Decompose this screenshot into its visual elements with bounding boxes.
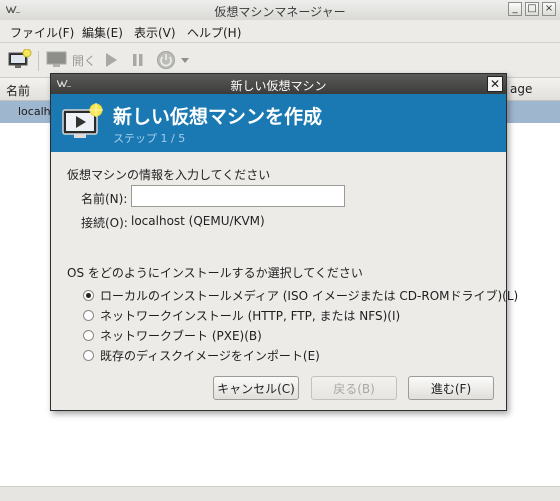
close-icon: ✕: [489, 77, 501, 91]
run-button[interactable]: [104, 51, 118, 69]
new-vm-icon: [8, 49, 32, 68]
connection-value: localhost (QEMU/KVM): [131, 214, 265, 228]
radio-network-boot[interactable]: ネットワークブート (PXE)(B): [83, 327, 262, 343]
pause-button[interactable]: [131, 51, 145, 69]
close-window-button[interactable]: ×: [542, 2, 556, 16]
power-icon: [157, 51, 175, 69]
menu-edit[interactable]: 編集(E): [82, 24, 123, 41]
name-label: 名前(N):: [81, 192, 128, 206]
dialog-title: 新しい仮想マシン: [230, 79, 327, 93]
wizard-step-indicator: ステップ 1 / 5: [113, 132, 186, 145]
main-window-titlebar: 仮想マシンマネージャー _ □ ×: [0, 0, 560, 21]
radio-network-install[interactable]: ネットワークインストール (HTTP, FTP, または NFS)(I): [83, 307, 400, 323]
name-input[interactable]: [131, 185, 345, 207]
menu-help[interactable]: ヘルプ(H): [187, 24, 241, 41]
maximize-button[interactable]: □: [525, 2, 539, 16]
radio-indicator[interactable]: [83, 349, 94, 361]
forward-button[interactable]: 進む(F): [408, 376, 494, 400]
radio-import-disk-label: 既存のディスクイメージをインポート(E): [100, 348, 320, 363]
radio-indicator[interactable]: [83, 309, 94, 321]
info-prompt: 仮想マシンの情報を入力してください: [67, 168, 271, 182]
radio-network-boot-label: ネットワークブート (PXE)(B): [100, 328, 262, 343]
main-window-title: 仮想マシンマネージャー: [214, 5, 346, 19]
column-usage-header[interactable]: age: [510, 82, 532, 96]
chevron-down-icon[interactable]: [180, 55, 190, 65]
open-label: 開く: [72, 53, 97, 68]
radio-local-media[interactable]: ローカルのインストールメディア (ISO イメージまたは CD-ROMドライブ)…: [83, 287, 518, 303]
radio-indicator[interactable]: [83, 289, 94, 301]
radio-local-media-label: ローカルのインストールメディア (ISO イメージまたは CD-ROMドライブ)…: [100, 288, 519, 303]
maximize-icon: □: [527, 3, 537, 14]
shutdown-button[interactable]: [156, 51, 190, 69]
minimize-icon: _: [512, 3, 518, 14]
radio-indicator[interactable]: [83, 329, 94, 341]
dialog-close-button[interactable]: ✕: [487, 76, 503, 92]
install-method-prompt: OS をどのようにインストールするか選択してください: [67, 266, 363, 280]
cancel-button[interactable]: キャンセル(C): [213, 376, 299, 400]
dialog-titlebar: 新しい仮想マシン ✕: [51, 74, 506, 94]
open-button[interactable]: 開く: [46, 51, 96, 69]
back-button[interactable]: 戻る(B): [311, 376, 397, 400]
new-vm-button[interactable]: [8, 49, 32, 68]
menu-file[interactable]: ファイル(F): [10, 24, 74, 41]
radio-import-disk[interactable]: 既存のディスクイメージをインポート(E): [83, 347, 320, 363]
new-vm-icon: [62, 103, 103, 138]
wizard-banner: 新しい仮想マシンを作成 ステップ 1 / 5: [51, 94, 506, 152]
connection-label: 接続(O):: [81, 216, 128, 230]
column-name-header[interactable]: 名前: [6, 82, 30, 99]
new-vm-dialog: 新しい仮想マシン ✕ 新しい仮想マシンを作成 ステップ 1 / 5 仮想マシンの…: [50, 73, 518, 411]
minimize-button[interactable]: _: [508, 2, 522, 16]
radio-network-install-label: ネットワークインストール (HTTP, FTP, または NFS)(I): [100, 308, 401, 323]
close-icon: ×: [544, 3, 554, 14]
menu-view[interactable]: 表示(V): [134, 24, 176, 41]
play-icon: [106, 53, 117, 67]
status-bar: [0, 486, 560, 501]
monitor-icon: [46, 51, 67, 67]
wizard-heading: 新しい仮想マシンを作成: [113, 106, 323, 128]
pause-icon: [133, 54, 143, 66]
menubar: ファイル(F) 編集(E) 表示(V) ヘルプ(H): [0, 20, 560, 43]
